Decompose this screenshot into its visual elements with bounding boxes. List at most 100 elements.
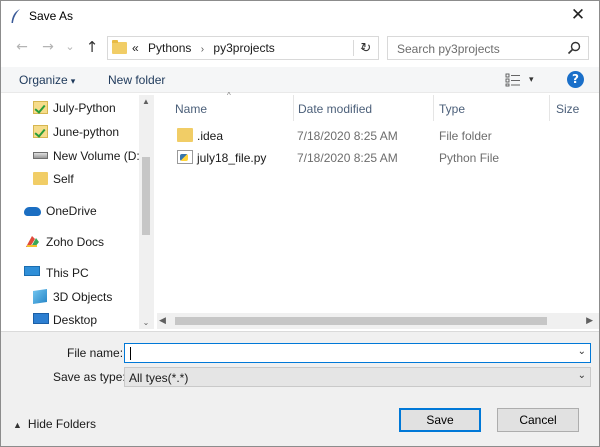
hide-folders-button[interactable]: ▲ Hide Folders	[13, 417, 96, 431]
column-header-label: Date modified	[298, 102, 373, 116]
file-date-modified: 7/18/2020 8:25 AM	[297, 151, 398, 165]
scroll-right-arrow-icon[interactable]: ▶	[586, 315, 593, 326]
recent-locations-chevron-icon[interactable]: ⌄	[61, 38, 79, 56]
title-bar: Save As ✕	[1, 1, 599, 31]
text-cursor	[130, 347, 131, 360]
sidebar-item-label: Zoho Docs	[46, 235, 105, 249]
file-row[interactable]: july18_file.py 7/18/2020 8:25 AM Python …	[157, 147, 599, 169]
breadcrumb: « Pythons › py3projects	[132, 41, 275, 55]
file-name: .idea	[197, 129, 224, 143]
file-type: Python File	[439, 151, 500, 165]
sidebar-item-label: Desktop	[53, 313, 98, 327]
help-icon[interactable]: ?	[567, 71, 584, 88]
save-form: File name: ⌄ Save as type: All tyes(*.*)…	[1, 331, 599, 446]
file-list: ^ Name Date modified Type Size .idea 7/1…	[157, 91, 599, 313]
chevron-up-icon: ▲	[13, 420, 22, 430]
drive-icon	[33, 152, 48, 159]
dialog-title: Save As	[29, 9, 74, 23]
breadcrumb-separator[interactable]: ›	[201, 44, 204, 55]
sidebar-item-june-python[interactable]: June-python	[1, 121, 141, 143]
sidebar-item-label: This PC	[46, 266, 89, 280]
save-as-dialog: Save As ✕ ← → ⌄ ↑ « Pythons › py3project…	[0, 0, 600, 447]
view-options-icon[interactable]	[505, 73, 521, 87]
sidebar-item-label: June-python	[53, 125, 120, 139]
back-arrow-icon[interactable]: ←	[13, 38, 31, 56]
organize-label: Organize	[19, 73, 68, 87]
scroll-left-arrow-icon[interactable]: ◀	[159, 315, 166, 326]
computer-icon	[24, 266, 40, 276]
sidebar-item-3d-objects[interactable]: 3D Objects	[1, 286, 141, 308]
sidebar-item-new-volume[interactable]: New Volume (D:	[1, 145, 141, 167]
scrollbar-thumb[interactable]	[175, 317, 547, 325]
navigation-pane-scrollbar[interactable]: ▲ ⌄	[139, 95, 153, 329]
navigation-row: ← → ⌄ ↑ « Pythons › py3projects ⌄ ↻ Sear…	[1, 34, 599, 62]
sidebar-item-onedrive[interactable]: OneDrive	[1, 200, 141, 222]
scrollbar-thumb[interactable]	[142, 157, 150, 235]
checked-folder-icon	[33, 101, 48, 114]
sidebar-item-this-pc[interactable]: This PC	[1, 262, 141, 284]
up-arrow-icon[interactable]: ↑	[83, 38, 101, 56]
forward-arrow-icon[interactable]: →	[39, 38, 57, 56]
column-header-label: Type	[439, 102, 466, 116]
address-bar[interactable]: « Pythons › py3projects ⌄	[107, 36, 379, 60]
sidebar-item-label: Self	[53, 172, 74, 186]
view-dropdown-caret-icon[interactable]: ▾	[529, 74, 534, 85]
save-as-type-select[interactable]: All tyes(*.*) ⌄	[124, 367, 591, 387]
breadcrumb-overflow[interactable]: «	[132, 41, 139, 55]
breadcrumb-item-py3projects[interactable]: py3projects	[213, 41, 274, 55]
command-toolbar: Organize ▾ New folder ▾ ?	[1, 67, 599, 93]
folder-icon	[33, 172, 48, 185]
hide-folders-label: Hide Folders	[27, 417, 96, 431]
navigation-pane: July-Python June-python New Volume (D: S…	[1, 95, 153, 329]
search-box[interactable]: Search py3projects	[387, 36, 589, 60]
chevron-down-icon[interactable]: ⌄	[578, 370, 586, 381]
sort-ascending-icon: ^	[227, 91, 231, 100]
column-header-type[interactable]: Type	[434, 95, 550, 121]
sidebar-item-label: July-Python	[53, 101, 116, 115]
feather-icon	[11, 9, 20, 23]
desktop-icon	[33, 313, 49, 324]
file-name: july18_file.py	[197, 151, 267, 165]
divider	[353, 40, 354, 56]
save-button[interactable]: Save	[399, 408, 481, 432]
scroll-down-arrow-icon[interactable]: ⌄	[139, 318, 153, 327]
file-name-field[interactable]: ⌄	[124, 343, 591, 363]
sidebar-item-label: 3D Objects	[53, 290, 113, 304]
pane-divider[interactable]	[153, 95, 154, 329]
save-as-type-value: All tyes(*.*)	[129, 371, 189, 385]
python-file-icon	[177, 150, 193, 164]
search-icon[interactable]	[567, 41, 581, 55]
sidebar-item-self[interactable]: Self	[1, 168, 141, 190]
column-header-label: Size	[556, 102, 580, 116]
sidebar-item-label: New Volume (D:	[53, 149, 140, 163]
file-date-modified: 7/18/2020 8:25 AM	[297, 129, 398, 143]
sidebar-item-label: OneDrive	[46, 204, 97, 218]
file-list-horizontal-scrollbar[interactable]: ◀ ▶	[157, 313, 599, 329]
folder-icon	[112, 40, 127, 54]
file-type: File folder	[439, 129, 492, 143]
3d-objects-icon	[33, 289, 47, 304]
refresh-icon[interactable]: ↻	[357, 40, 375, 58]
folder-icon	[177, 128, 193, 142]
onedrive-cloud-icon	[24, 207, 41, 216]
breadcrumb-item-pythons[interactable]: Pythons	[148, 41, 191, 55]
sidebar-item-zoho-docs[interactable]: Zoho Docs	[1, 231, 141, 253]
sidebar-item-july-python[interactable]: July-Python	[1, 97, 141, 119]
close-icon[interactable]: ✕	[567, 4, 589, 26]
organize-caret-icon: ▾	[70, 76, 76, 86]
zoho-docs-icon	[26, 236, 39, 247]
organize-button[interactable]: Organize ▾	[19, 73, 75, 87]
search-input[interactable]: Search py3projects	[397, 42, 500, 56]
column-header-label: Name	[175, 102, 208, 116]
column-header-size[interactable]: Size	[550, 95, 599, 121]
cancel-button[interactable]: Cancel	[497, 408, 579, 432]
column-header-date-modified[interactable]: Date modified	[294, 95, 432, 121]
file-row[interactable]: .idea 7/18/2020 8:25 AM File folder	[157, 125, 599, 147]
column-header-name[interactable]: ^ Name	[157, 91, 293, 121]
new-folder-button[interactable]: New folder	[108, 73, 165, 87]
scroll-up-arrow-icon[interactable]: ▲	[139, 97, 153, 106]
save-as-type-label: Save as type:	[53, 370, 126, 384]
sidebar-item-desktop[interactable]: Desktop	[1, 309, 141, 329]
chevron-down-icon[interactable]: ⌄	[578, 346, 586, 357]
file-name-label: File name:	[67, 346, 124, 360]
